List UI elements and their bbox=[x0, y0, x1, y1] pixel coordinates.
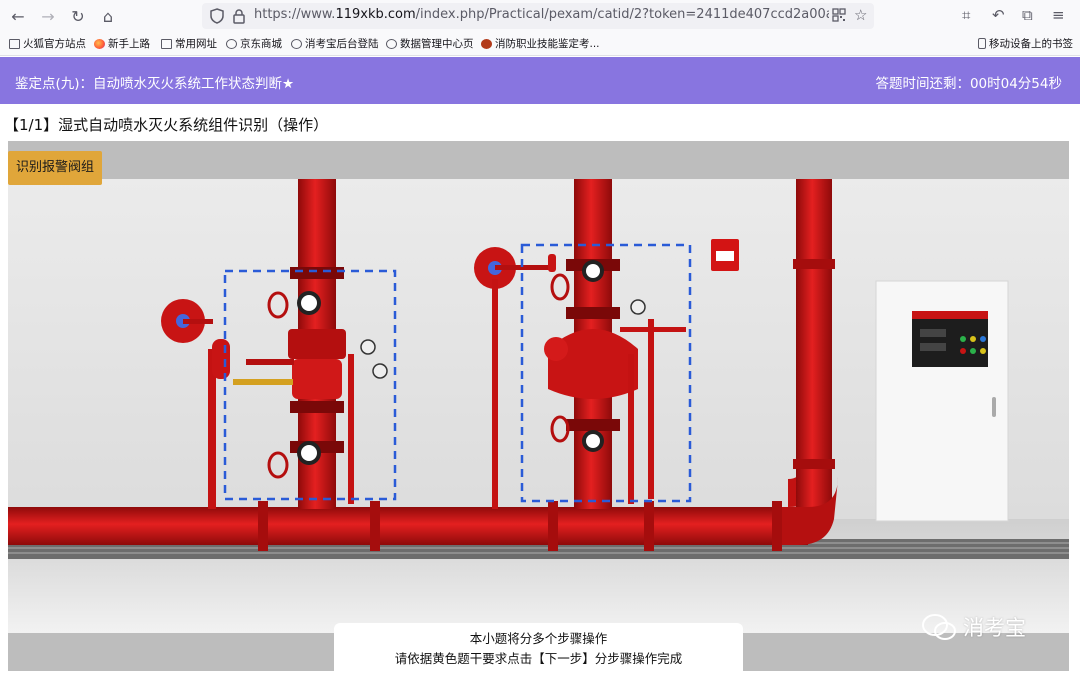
shield-icon[interactable] bbox=[210, 8, 224, 24]
globe-icon bbox=[226, 38, 237, 49]
firefox-icon bbox=[94, 38, 105, 49]
qr-code-icon[interactable] bbox=[832, 8, 846, 22]
bookmark-item-6[interactable]: 消防职业技能鉴定考... bbox=[481, 36, 600, 51]
bookmark-label: 消防职业技能鉴定考... bbox=[495, 38, 600, 50]
site-icon bbox=[481, 38, 492, 49]
exam-timer: 答题时间还剩：00时04分54秒 bbox=[875, 76, 1062, 92]
url-domain: 119xkb.com bbox=[335, 7, 416, 22]
bookmark-label: 常用网址 bbox=[175, 38, 217, 50]
url-bar[interactable]: https://www.119xkb.com/index.php/Practic… bbox=[202, 3, 874, 29]
mobile-bookmarks[interactable]: 移动设备上的书签 bbox=[978, 36, 1073, 51]
hint-box: 本小题将分多个步骤操作 请依据黄色题干要求点击【下一步】分步骤操作完成 bbox=[334, 623, 743, 674]
folder-icon bbox=[9, 38, 20, 49]
undo-icon[interactable]: ↶ bbox=[992, 6, 1005, 24]
bookmark-item-3[interactable]: 京东商城 bbox=[226, 36, 282, 51]
globe-icon bbox=[386, 38, 397, 49]
browser-toolbar: ← → ↻ ⌂ https://www.119xkb.com/index.php… bbox=[0, 0, 1080, 32]
question-title: 【1/1】湿式自动喷水灭火系统组件识别（操作） bbox=[4, 116, 329, 134]
main-horizontal-pipe bbox=[8, 507, 808, 545]
exam-scene: 识别报警阀组 bbox=[8, 141, 1069, 671]
forward-icon[interactable]: → bbox=[36, 4, 60, 28]
bookmark-item-2[interactable]: 常用网址 bbox=[161, 36, 217, 51]
bookmark-item-1[interactable]: 新手上路 bbox=[94, 36, 150, 51]
crop-screenshot-icon[interactable]: ⌗ bbox=[962, 6, 970, 24]
watermark: 消考宝 bbox=[921, 612, 1051, 642]
hint-line-2: 请依据黄色题干要求点击【下一步】分步骤操作完成 bbox=[394, 651, 683, 666]
home-icon[interactable]: ⌂ bbox=[96, 4, 120, 28]
reload-icon[interactable]: ↻ bbox=[66, 4, 90, 28]
wechat-icon bbox=[922, 614, 956, 640]
mobile-bookmarks-label: 移动设备上的书签 bbox=[989, 38, 1073, 50]
step-tag[interactable]: 识别报警阀组 bbox=[8, 151, 103, 185]
bookmark-label: 新手上路 bbox=[108, 38, 150, 50]
hint-line-1: 本小题将分多个步骤操作 bbox=[469, 631, 608, 646]
bookmark-item-4[interactable]: 消考宝后台登陆 bbox=[291, 36, 379, 51]
folder-icon bbox=[161, 38, 172, 49]
control-cabinet bbox=[875, 280, 1009, 522]
menu-icon[interactable]: ≡ bbox=[1052, 6, 1065, 24]
exam-title: 鉴定点(九)：自动喷水灭火系统工作状态判断★ bbox=[15, 76, 295, 92]
lock-icon[interactable] bbox=[232, 8, 246, 24]
exam-header: 鉴定点(九)：自动喷水灭火系统工作状态判断★ 答题时间还剩：00时04分54秒 bbox=[0, 57, 1080, 104]
url-text[interactable]: https://www.119xkb.com/index.php/Practic… bbox=[254, 7, 829, 22]
mobile-device-icon bbox=[978, 38, 986, 49]
bookmark-label: 火狐官方站点 bbox=[23, 38, 86, 50]
manual-alarm-button bbox=[711, 239, 739, 271]
bookmark-label: 京东商城 bbox=[240, 38, 282, 50]
back-icon[interactable]: ← bbox=[6, 4, 30, 28]
sprinkler-system-illustration bbox=[8, 179, 1069, 633]
globe-icon bbox=[291, 38, 302, 49]
bookmark-item-5[interactable]: 数据管理中心页 bbox=[386, 36, 474, 51]
url-path: /index.php/Practical/pexam/catid/2?token… bbox=[415, 7, 829, 22]
bookmark-label: 消考宝后台登陆 bbox=[305, 38, 379, 50]
bookmarks-bar: 火狐官方站点 新手上路 常用网址 京东商城 消考宝后台登陆 数据管理中心页 消防… bbox=[0, 32, 1080, 56]
bookmark-label: 数据管理中心页 bbox=[400, 38, 474, 50]
bookmark-item-0[interactable]: 火狐官方站点 bbox=[9, 36, 86, 51]
url-prefix: https://www. bbox=[254, 7, 336, 22]
watermark-text: 消考宝 bbox=[963, 616, 1026, 640]
bookmark-star-icon[interactable]: ☆ bbox=[854, 6, 867, 24]
extensions-icon[interactable]: ⧉ bbox=[1022, 6, 1033, 24]
